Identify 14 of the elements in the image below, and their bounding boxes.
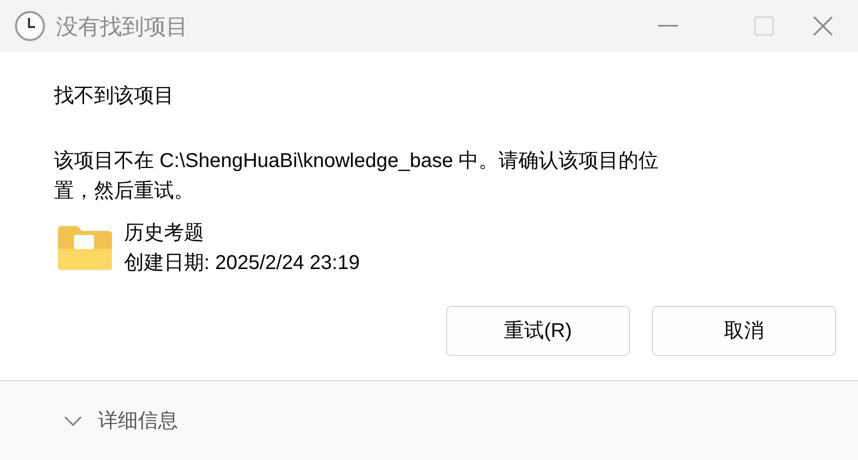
folder-icon xyxy=(56,223,114,273)
window-title: 没有找到项目 xyxy=(56,12,188,40)
close-icon xyxy=(812,15,834,37)
dialog-button[interactable]: 重试(R) xyxy=(446,306,630,356)
chevron-icon xyxy=(64,416,82,426)
message-text: 该项目不在 C:\ShengHuaBi\knowledge_base 中。请确认该项目的位置，然后重试。 xyxy=(54,149,660,204)
dialog-button[interactable]: 取消 xyxy=(652,306,836,356)
item-created-date: 创建日期: 2025/2/24 23:19 xyxy=(124,251,360,276)
maximize-icon xyxy=(754,16,774,36)
clock-icon xyxy=(14,10,46,42)
minimize-icon xyxy=(658,25,678,27)
details-expander[interactable]: 详细信息 xyxy=(64,406,178,436)
dialog-heading: 找不到该项目 xyxy=(54,84,175,109)
item-name: 历史考题 xyxy=(124,221,205,246)
